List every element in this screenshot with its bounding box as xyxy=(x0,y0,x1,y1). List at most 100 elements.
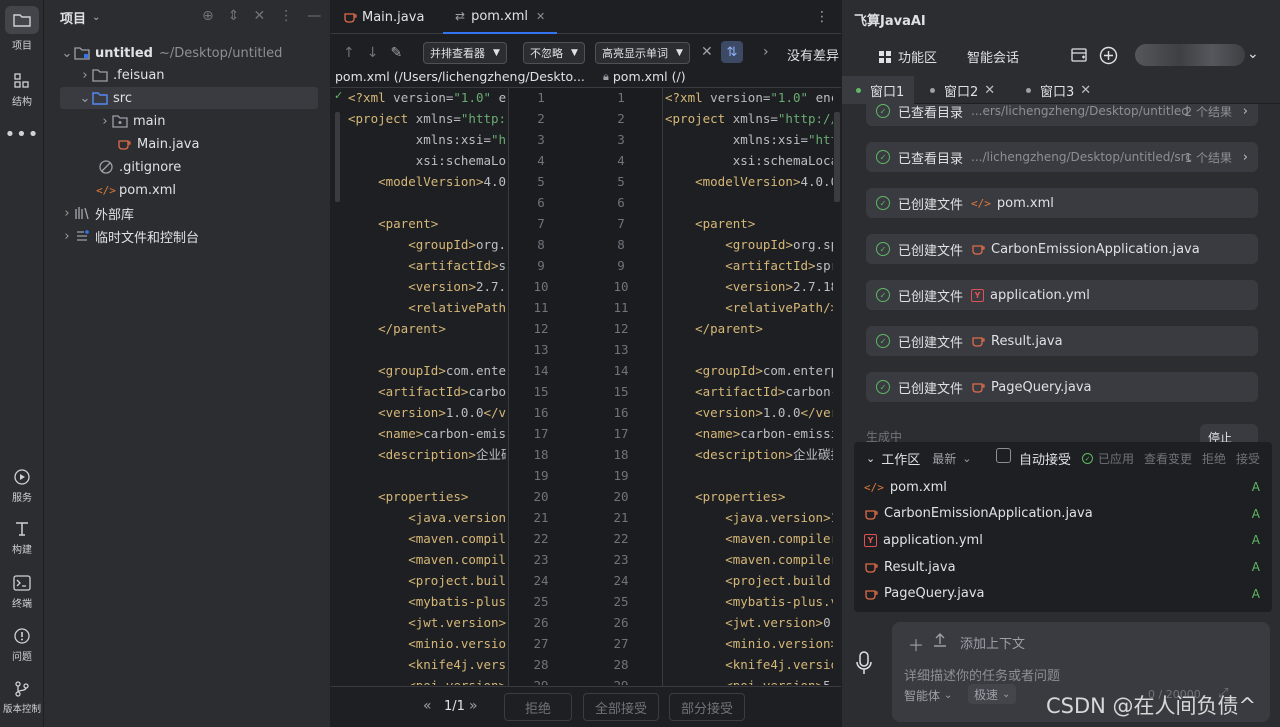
workspace-file-row[interactable]: </> pom.xml A xyxy=(864,476,1260,498)
tree-item-scratches[interactable]: › 临时文件和控制台 xyxy=(44,225,331,247)
speed-dropdown[interactable]: 极速 ⌄ xyxy=(968,684,1017,704)
activity-build[interactable]: 构建 xyxy=(0,520,44,556)
right-scrollbar[interactable] xyxy=(834,112,840,202)
line-number: 12 xyxy=(613,321,629,336)
close-icon[interactable]: ✕ xyxy=(984,83,995,98)
add-icon[interactable]: ＋ xyxy=(908,632,924,656)
window-tab-1[interactable]: 窗口1 xyxy=(842,76,914,104)
hide-icon[interactable]: — xyxy=(307,8,321,24)
ignore-dropdown[interactable]: 不忽略 ▼ xyxy=(523,42,585,64)
chevron-right-icon[interactable]: › xyxy=(763,44,769,60)
window-tab-2[interactable]: 窗口2 ✕ xyxy=(930,76,995,104)
next-diff-icon[interactable]: » xyxy=(469,698,478,714)
activity-card[interactable]: ✓ 已创建文件 </> pom.xml xyxy=(866,188,1258,218)
workspace-file-row[interactable]: PageQuery.java A xyxy=(864,583,1260,605)
mode-dropdown[interactable]: 智能体 ⌄ xyxy=(904,687,952,704)
ws-reject-button[interactable]: 拒绝 xyxy=(1202,450,1226,467)
workspace-file-row[interactable]: CarbonEmissionApplication.java A xyxy=(864,503,1260,525)
activity-services[interactable]: 服务 xyxy=(0,468,44,504)
activity-project[interactable]: 项目 xyxy=(0,6,44,52)
chevron-down-icon[interactable]: ⌄ xyxy=(60,46,74,61)
workspace-file-row[interactable]: Result.java A xyxy=(864,556,1260,578)
tree-item-main[interactable]: › main xyxy=(44,110,331,132)
microphone-icon[interactable] xyxy=(854,650,874,676)
activity-card[interactable]: ✓ 已创建文件 CarbonEmissionApplication.java xyxy=(866,234,1258,264)
left-code-pane[interactable]: <?xml version="1.0" e <project xmlns="htt… xyxy=(348,87,506,685)
tree-item-libraries[interactable]: › 外部库 xyxy=(44,202,331,224)
line-number: 16 xyxy=(533,405,549,420)
chat-tab[interactable]: 智能会话 xyxy=(967,47,1019,66)
arrow-down-icon[interactable]: ↓ xyxy=(367,45,379,61)
tree-item-untitled[interactable]: ⌄ untitled ~/Desktop/untitled xyxy=(44,42,331,64)
activity-label: 版本控制 xyxy=(2,704,41,715)
tab-options-icon[interactable]: ⋮ xyxy=(815,9,829,25)
workspace-header[interactable]: ⌄ 工作区 最新 ⌄ xyxy=(866,449,971,468)
activity-structure[interactable]: 结构 xyxy=(0,72,44,108)
highlight-dropdown[interactable]: 高亮显示单词 ▼ xyxy=(595,42,690,64)
activity-card[interactable]: ✓ 已创建文件 Result.java xyxy=(866,326,1258,356)
upload-icon[interactable] xyxy=(932,632,948,648)
auto-accept-label: 自动接受 xyxy=(1019,453,1072,468)
reject-button[interactable]: 拒绝 xyxy=(504,693,572,721)
activity-problems[interactable]: 问题 xyxy=(0,627,44,663)
tab-main-java[interactable]: Main.java xyxy=(343,0,424,34)
add-context-label[interactable]: 添加上下文 xyxy=(960,633,1025,652)
expand-icon[interactable]: ⇕ xyxy=(228,8,240,24)
collapse-icon[interactable]: ✕ xyxy=(253,8,265,24)
chevron-down-icon[interactable]: ⌄ xyxy=(1247,46,1259,62)
tree-item-pom[interactable]: </> pom.xml xyxy=(44,179,331,201)
chevron-right-icon[interactable]: › xyxy=(78,68,92,83)
line-number: 14 xyxy=(613,363,629,378)
tree-item-feisuan[interactable]: › .feisuan xyxy=(44,64,331,86)
chevron-right-icon[interactable]: › xyxy=(60,229,74,244)
options-icon[interactable]: ⋮ xyxy=(279,8,293,24)
tree-label: pom.xml xyxy=(119,182,176,198)
activity-vcs[interactable]: 版本控制 xyxy=(0,680,44,715)
activity-terminal[interactable]: 终端 xyxy=(0,574,44,610)
view-changes-button[interactable]: 查看变更 xyxy=(1144,450,1192,467)
history-icon[interactable] xyxy=(1070,46,1088,64)
activity-card[interactable]: ✓ 已查看目录 ...ers/lichengzheng/Desktop/untitl… xyxy=(866,104,1258,126)
chevron-right-icon[interactable]: › xyxy=(60,206,74,221)
sort-label[interactable]: 最新 xyxy=(932,450,956,467)
left-scrollbar[interactable] xyxy=(335,112,340,202)
line-number: 22 xyxy=(533,531,549,546)
accept-all-button[interactable]: 全部接受 xyxy=(583,693,659,721)
workspace-file-row[interactable]: Yapplication.yml A xyxy=(864,529,1260,551)
terminal-icon xyxy=(13,574,31,592)
project-title-dropdown[interactable]: 项目 ⌄ xyxy=(60,8,100,27)
activity-card[interactable]: ✓ 已创建文件 PageQuery.java xyxy=(866,372,1258,402)
chevron-down-icon[interactable]: ⌄ xyxy=(78,91,92,106)
partial-accept-button[interactable]: 部分接受 xyxy=(669,693,745,721)
edit-icon[interactable]: ✎ xyxy=(390,45,402,61)
line-number: 3 xyxy=(537,132,545,147)
tree-item-main-java[interactable]: Main.java xyxy=(44,133,331,155)
close-icon[interactable]: ✕ xyxy=(1080,83,1091,98)
ws-accept-button[interactable]: 接受 xyxy=(1236,450,1260,467)
line-number: 10 xyxy=(613,279,629,294)
tree-item-src[interactable]: ⌄ src xyxy=(60,87,318,109)
stop-button[interactable]: 停止 xyxy=(1200,424,1258,442)
collapse-diff-icon[interactable]: ✕ xyxy=(701,44,713,60)
viewer-dropdown[interactable]: 并排查看器 ▼ xyxy=(423,42,507,64)
prev-diff-icon[interactable]: « xyxy=(423,698,432,714)
avatar[interactable] xyxy=(1135,44,1245,66)
arrow-up-icon[interactable]: ↑ xyxy=(343,45,355,61)
auto-accept-checkbox[interactable] xyxy=(996,448,1011,463)
close-icon[interactable]: ✕ xyxy=(536,10,545,23)
sync-scroll-icon[interactable]: ⇅ xyxy=(721,41,743,63)
right-code-pane[interactable]: <?xml version="1.0" enco <project xmlns="… xyxy=(665,87,833,685)
task-input-placeholder[interactable]: 详细描述你的任务或者问题 xyxy=(904,665,1060,684)
chevron-right-icon[interactable]: › xyxy=(98,114,112,129)
line-number: 6 xyxy=(537,195,545,210)
activity-card[interactable]: ✓ 已创建文件 Yapplication.yml xyxy=(866,280,1258,310)
activity-card[interactable]: ✓ 已查看目录 .../lichengzheng/Desktop/untitled/… xyxy=(866,142,1258,172)
window-tab-3[interactable]: 窗口3 ✕ xyxy=(1026,76,1091,104)
tree-item-gitignore[interactable]: .gitignore xyxy=(44,156,331,178)
new-chat-icon[interactable] xyxy=(1099,46,1118,65)
tab-pom-xml[interactable]: ⇄ pom.xml ✕ xyxy=(443,0,558,34)
func-tab[interactable]: 功能区 xyxy=(878,47,937,66)
tree-label: 外部库 xyxy=(95,207,135,223)
locate-icon[interactable]: ⊕ xyxy=(202,8,214,24)
more-icon[interactable]: ••• xyxy=(0,124,44,145)
